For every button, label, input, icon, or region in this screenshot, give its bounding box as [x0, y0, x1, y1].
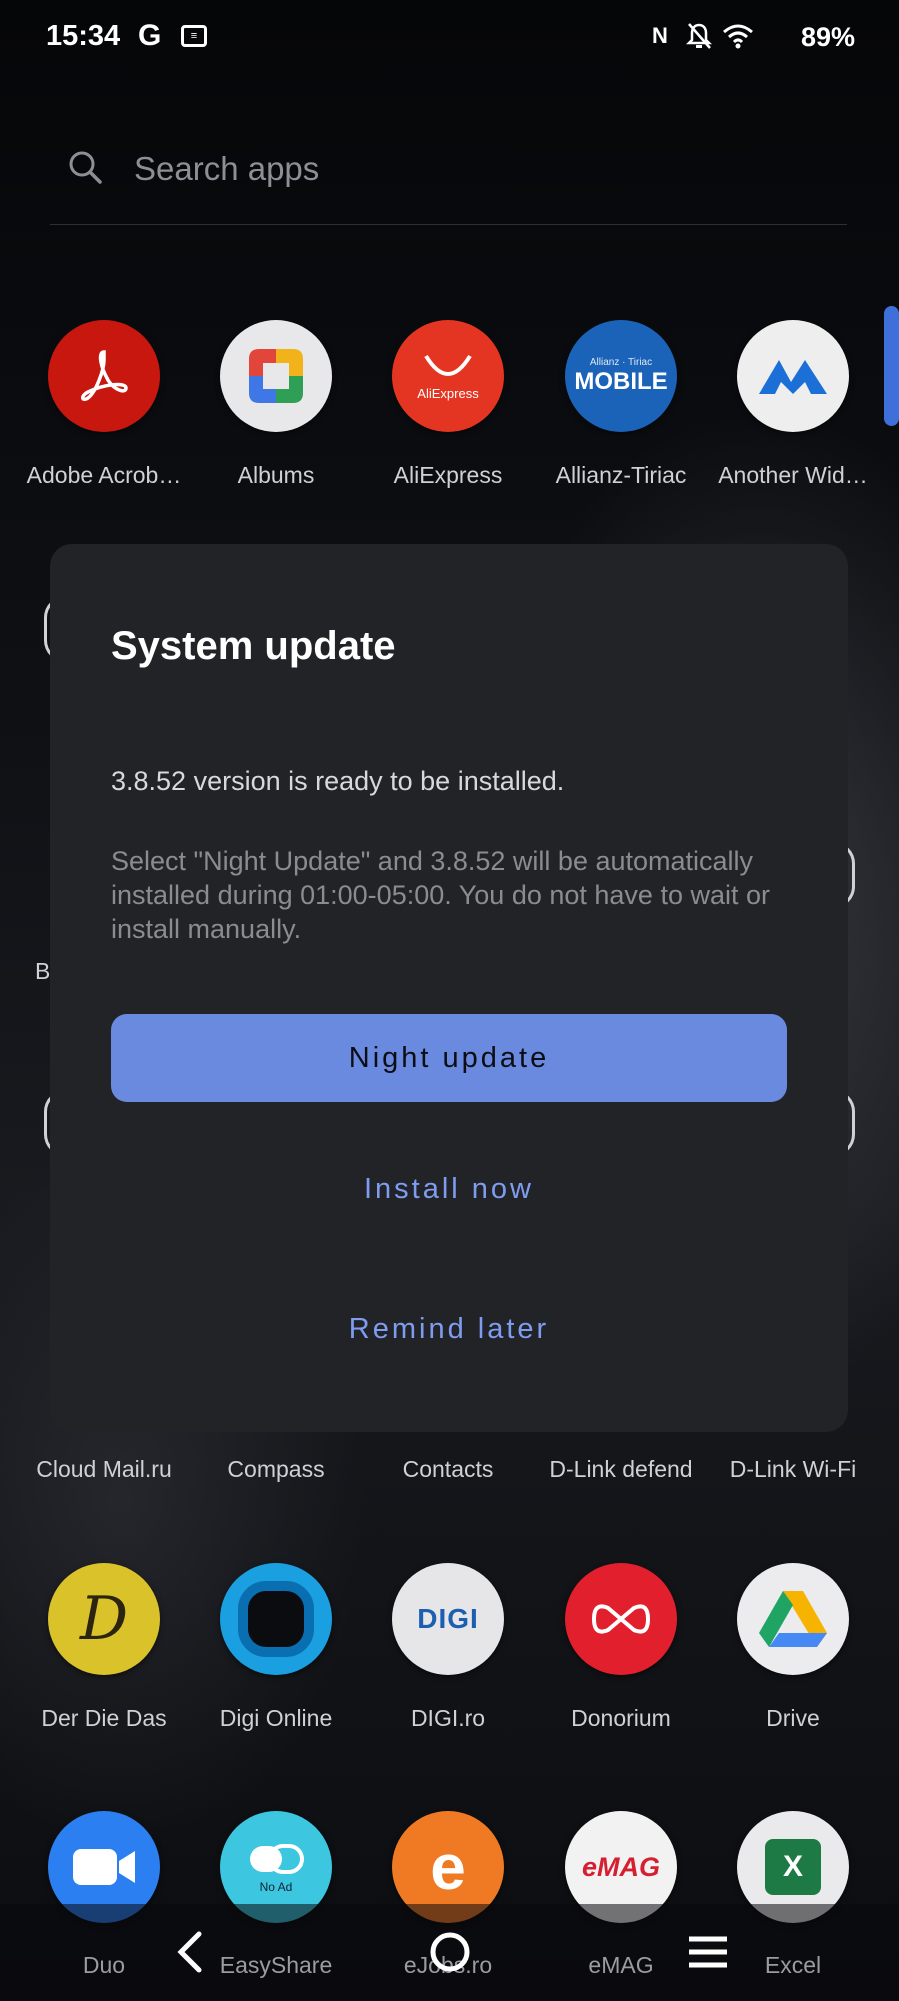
digi-ro-icon-text: DIGI — [417, 1603, 479, 1634]
app-label: D-Link defend — [549, 1456, 693, 1482]
another-widget-icon — [737, 320, 849, 432]
digi-ro-icon: DIGI — [392, 1563, 504, 1675]
search-bar[interactable] — [50, 120, 847, 225]
search-icon — [69, 151, 102, 184]
app-label: Allianz-Tiriac — [555, 462, 687, 488]
back-button[interactable] — [130, 1904, 250, 2000]
notifications-off-icon — [686, 20, 712, 52]
allianz-icon-text: MOBILE — [574, 367, 668, 395]
app-label: Donorium — [571, 1705, 671, 1731]
app-dlink-wifi[interactable]: D-Link Wi-Fi — [707, 1456, 879, 1496]
status-bar: 15:34 G ≡ N 89% — [0, 0, 899, 72]
menu-lines-icon — [689, 1936, 727, 1968]
app-label: Digi Online — [219, 1705, 333, 1731]
dialog-message: 3.8.52 version is ready to be installed. — [111, 766, 565, 796]
aliexpress-icon: AliExpress — [392, 320, 504, 432]
app-digi-online[interactable]: Digi Online — [190, 1563, 362, 1753]
system-update-dialog: System update 3.8.52 version is ready to… — [50, 544, 848, 1432]
app-label: Another Wid… — [718, 462, 868, 488]
navigation-bar: Duo EasyShare eJobs.ro eMAG Excel — [0, 1904, 899, 2000]
app-label: Compass — [227, 1456, 325, 1482]
app-allianz-tiriac[interactable]: Allianz · Tiriac MOBILE Allianz-Tiriac — [535, 320, 707, 510]
nfc-icon: N — [652, 23, 668, 48]
dialog-title: System update — [111, 624, 396, 668]
der-die-das-icon: D — [48, 1563, 160, 1675]
dialog-detail: Select "Night Update" and 3.8.52 will be… — [111, 846, 770, 944]
app-label: Adobe Acrob… — [26, 462, 182, 488]
donorium-icon — [565, 1563, 677, 1675]
install-now-button[interactable]: Install now — [111, 1154, 787, 1224]
remind-later-button[interactable]: Remind later — [111, 1294, 787, 1364]
wifi-icon — [723, 20, 753, 52]
ejobs-icon-text: e — [430, 1831, 466, 1903]
home-button[interactable] — [390, 1904, 510, 2000]
app-donorium[interactable]: Donorium — [535, 1563, 707, 1753]
scrollbar-thumb[interactable] — [884, 306, 899, 426]
app-another-widget[interactable]: Another Wid… — [707, 320, 879, 510]
home-circle-icon — [430, 1932, 470, 1972]
app-label: DIGI.ro — [410, 1705, 486, 1731]
emag-icon-text: eMAG — [581, 1851, 660, 1882]
app-drive[interactable]: Drive — [707, 1563, 879, 1753]
allianz-tiriac-icon: Allianz · Tiriac MOBILE — [565, 320, 677, 432]
der-die-das-icon-text: D — [79, 1584, 129, 1654]
easyshare-icon-text: No Ad — [259, 1880, 293, 1894]
app-albums[interactable]: Albums — [190, 320, 362, 510]
google-drive-icon — [737, 1563, 849, 1675]
battery-level: 89% — [801, 22, 856, 52]
app-label: D-Link Wi-Fi — [729, 1456, 857, 1482]
status-time: 15:34 — [46, 20, 121, 52]
albums-icon — [220, 320, 332, 432]
news-icon: ≡ — [181, 25, 207, 47]
adobe-acrobat-icon — [48, 320, 160, 432]
app-label: Albums — [237, 462, 315, 488]
digi-online-icon — [220, 1563, 332, 1675]
night-update-button[interactable]: Night update — [111, 1014, 787, 1102]
app-cloud-mail[interactable]: Cloud Mail.ru — [18, 1456, 190, 1496]
google-icon: G — [138, 19, 162, 52]
hidden-app-label-fragment: B — [35, 958, 51, 984]
app-dlink-defend[interactable]: D-Link defend — [535, 1456, 707, 1496]
app-label: Cloud Mail.ru — [36, 1456, 172, 1482]
excel-icon-text: X — [782, 1850, 803, 1883]
app-label: Drive — [766, 1705, 820, 1731]
app-compass[interactable]: Compass — [190, 1456, 362, 1496]
app-label: Der Die Das — [41, 1705, 167, 1731]
app-der-die-das[interactable]: D Der Die Das — [18, 1563, 190, 1753]
app-label: AliExpress — [393, 462, 503, 488]
app-aliexpress[interactable]: AliExpress AliExpress — [362, 320, 534, 510]
search-input[interactable] — [132, 148, 736, 190]
recents-button[interactable] — [648, 1904, 768, 2000]
app-adobe-acrobat[interactable]: Adobe Acrob… — [18, 320, 190, 510]
app-digi-ro[interactable]: DIGI DIGI.ro — [362, 1563, 534, 1753]
app-contacts[interactable]: Contacts — [362, 1456, 534, 1496]
app-label: Contacts — [402, 1456, 494, 1482]
back-arrow-icon — [177, 1931, 202, 1973]
